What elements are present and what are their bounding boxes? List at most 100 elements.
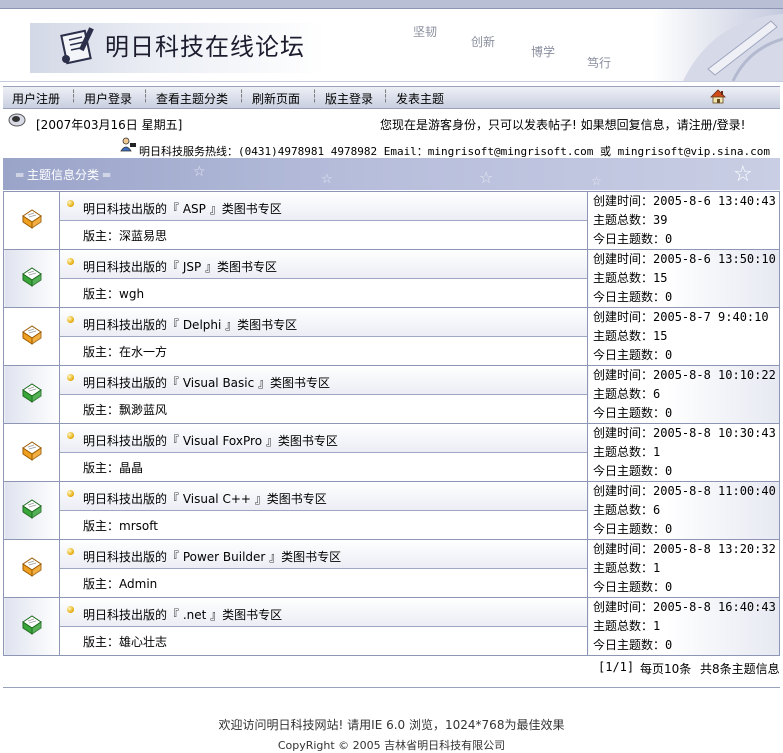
category-row: 明日科技出版的『 Delphi 』类图书专区版主：在水一方 创建时间：2005-8…: [3, 307, 780, 366]
category-meta-cell: 创建时间：2005-8-6 13:50:10 主题总数：15 今日主题数：0: [587, 249, 780, 308]
hotline-label: 明日科技服务热线：: [139, 145, 238, 158]
category-meta-cell: 创建时间：2005-8-8 13:20:32 主题总数：1 今日主题数：0: [587, 539, 780, 598]
category-moderator: 版主：深蓝易思: [83, 227, 167, 244]
created-time: 创建时间：2005-8-8 10:10:22: [593, 366, 779, 385]
category-moderator: 版主：雄心壮志: [83, 633, 167, 650]
open-folder-orange-icon[interactable]: [20, 323, 44, 347]
notebook-pen-logo-icon: [60, 27, 94, 65]
category-icon-cell: [3, 597, 60, 656]
created-time: 创建时间：2005-8-8 13:20:32: [593, 540, 779, 559]
today-topics-label: 今日主题数：: [593, 464, 666, 478]
category-moderator-area: 版主：在水一方: [60, 337, 587, 364]
menu-moderator-login[interactable]: 版主登录: [325, 90, 373, 107]
menu-refresh[interactable]: 刷新页面: [252, 90, 300, 107]
category-moderator-area: 版主：晶晶: [60, 453, 587, 480]
footer-divider: [3, 687, 780, 688]
topic-total: 主题总数：1: [593, 559, 779, 578]
category-title-link[interactable]: 明日科技出版的『 Power Builder 』类图书专区: [83, 548, 341, 565]
category-title-link[interactable]: 明日科技出版的『 Delphi 』类图书专区: [83, 316, 297, 333]
open-folder-green-icon[interactable]: [20, 265, 44, 289]
created-value: 2005-8-7 9:40:10: [653, 310, 769, 324]
current-date: [2007年03月16日 星期五]: [36, 118, 183, 132]
topic-total-label: 主题总数：: [593, 387, 654, 401]
home-icon[interactable]: [710, 89, 726, 104]
category-title-link[interactable]: 明日科技出版的『 ASP 』类图书专区: [83, 200, 282, 217]
open-folder-orange-icon[interactable]: [20, 555, 44, 579]
category-row: 明日科技出版的『 Visual Basic 』类图书专区 版主：飘渺蓝风 创建时间：…: [3, 365, 780, 424]
service-hotline: 明日科技服务热线：(0431)4978981 4978982 Email：min…: [139, 143, 770, 159]
category-title-link[interactable]: 明日科技出版的『 Visual C++ 』类图书专区: [83, 490, 327, 507]
category-moderator-area: 版主：mrsoft: [60, 511, 587, 538]
open-folder-green-icon[interactable]: [20, 497, 44, 521]
category-info-cell: 明日科技出版的『 Delphi 』类图书专区版主：在水一方: [59, 307, 588, 366]
category-row: 明日科技出版的『 Visual FoxPro 』类图书专区 版主：晶晶 创建时间：2…: [3, 423, 780, 482]
bullet-icon: [67, 548, 74, 555]
category-title-area: 明日科技出版的『 Visual Basic 』类图书专区: [60, 366, 587, 395]
menu-separator: ┆: [238, 89, 246, 103]
category-icon-cell: [3, 191, 60, 250]
category-moderator: 版主：wgh: [83, 285, 144, 302]
today-topics-value: 0: [665, 232, 673, 246]
topic-total-label: 主题总数：: [593, 619, 654, 633]
topic-total-label: 主题总数：: [593, 503, 654, 517]
menu-register[interactable]: 用户注册: [12, 90, 60, 107]
category-title-link[interactable]: 明日科技出版的『 Visual Basic 』类图书专区: [83, 374, 330, 391]
moderator-name: Admin: [119, 577, 158, 591]
created-time: 创建时间：2005-8-8 10:30:43: [593, 424, 779, 443]
category-title-link[interactable]: 明日科技出版的『 JSP 』类图书专区: [83, 258, 277, 275]
category-meta-cell: 创建时间：2005-8-7 9:40:10 主题总数：15 今日主题数：0: [587, 307, 780, 366]
category-title-link[interactable]: 明日科技出版的『 .net 』类图书专区: [83, 606, 282, 623]
category-title-area: 明日科技出版的『 JSP 』类图书专区: [60, 250, 587, 279]
category-meta-cell: 创建时间：2005-8-8 10:30:43 主题总数：1 今日主题数：0: [587, 423, 780, 482]
star-decoration: ☆: [591, 174, 602, 188]
category-row: 明日科技出版的『 ASP 』类图书专区 版主：深蓝易思 创建时间：2005-8-6 …: [3, 191, 780, 250]
topic-total-label: 主题总数：: [593, 561, 654, 575]
bullet-icon: [67, 374, 74, 381]
category-info-cell: 明日科技出版的『 JSP 』类图书专区 版主：wgh: [59, 249, 588, 308]
star-decoration: ☆: [321, 172, 333, 187]
category-title-link[interactable]: 明日科技出版的『 Visual FoxPro 』类图书专区: [83, 432, 338, 449]
bullet-icon: [67, 490, 74, 497]
category-info-cell: 明日科技出版的『 .net 』类图书专区 版主：雄心壮志: [59, 597, 588, 656]
today-topics-value: 0: [665, 290, 673, 304]
category-icon-cell: [3, 307, 60, 366]
today-topics: 今日主题数：0: [593, 520, 779, 539]
category-moderator: 版主：Admin: [83, 575, 157, 592]
category-row: 明日科技出版的『 JSP 』类图书专区 版主：wgh 创建时间：2005-8-6 1…: [3, 249, 780, 308]
topic-total-label: 主题总数：: [593, 271, 654, 285]
category-moderator: 版主：晶晶: [83, 459, 143, 476]
today-topics: 今日主题数：0: [593, 578, 779, 597]
pager: [1/1] 每页10条 共8条主题信息: [0, 660, 783, 676]
top-strip: [0, 0, 783, 9]
topic-total-label: 主题总数：: [593, 213, 654, 227]
category-info-cell: 明日科技出版的『 ASP 』类图书专区 版主：深蓝易思: [59, 191, 588, 250]
today-topics-value: 0: [665, 348, 673, 362]
created-label: 创建时间：: [593, 252, 654, 266]
menu-separator: ┆: [311, 89, 319, 103]
pager-current: [1/1]: [598, 660, 635, 674]
topic-total-value: 6: [653, 503, 661, 517]
category-title-area: 明日科技出版的『 Visual C++ 』类图书专区: [60, 482, 587, 511]
open-folder-green-icon[interactable]: [20, 381, 44, 405]
menu-login[interactable]: 用户登录: [84, 90, 132, 107]
category-table: 明日科技出版的『 ASP 』类图书专区 版主：深蓝易思 创建时间：2005-8-6 …: [3, 191, 780, 656]
menu-post-topic[interactable]: 发表主题: [396, 90, 444, 107]
moderator-label: 版主：: [83, 345, 120, 359]
open-folder-orange-icon[interactable]: [20, 207, 44, 231]
topic-total: 主题总数：1: [593, 617, 779, 636]
category-title-area: 明日科技出版的『 .net 』类图书专区: [60, 598, 587, 627]
menu-view-categories[interactable]: 查看主题分类: [156, 90, 228, 107]
menu-separator: ┆: [142, 89, 150, 103]
moderator-name: 飘渺蓝风: [119, 403, 168, 417]
created-value: 2005-8-8 10:10:22: [653, 368, 776, 382]
open-folder-green-icon[interactable]: [20, 613, 44, 637]
topic-total-value: 15: [653, 271, 668, 285]
today-topics-label: 今日主题数：: [593, 232, 666, 246]
open-folder-orange-icon[interactable]: [20, 439, 44, 463]
moderator-label: 版主：: [83, 229, 120, 243]
category-info-cell: 明日科技出版的『 Visual C++ 』类图书专区版主：mrsoft: [59, 481, 588, 540]
created-label: 创建时间：: [593, 600, 654, 614]
topic-total: 主题总数：1: [593, 443, 779, 462]
created-value: 2005-8-8 13:20:32: [653, 542, 776, 556]
category-moderator-area: 版主：wgh: [60, 279, 587, 306]
